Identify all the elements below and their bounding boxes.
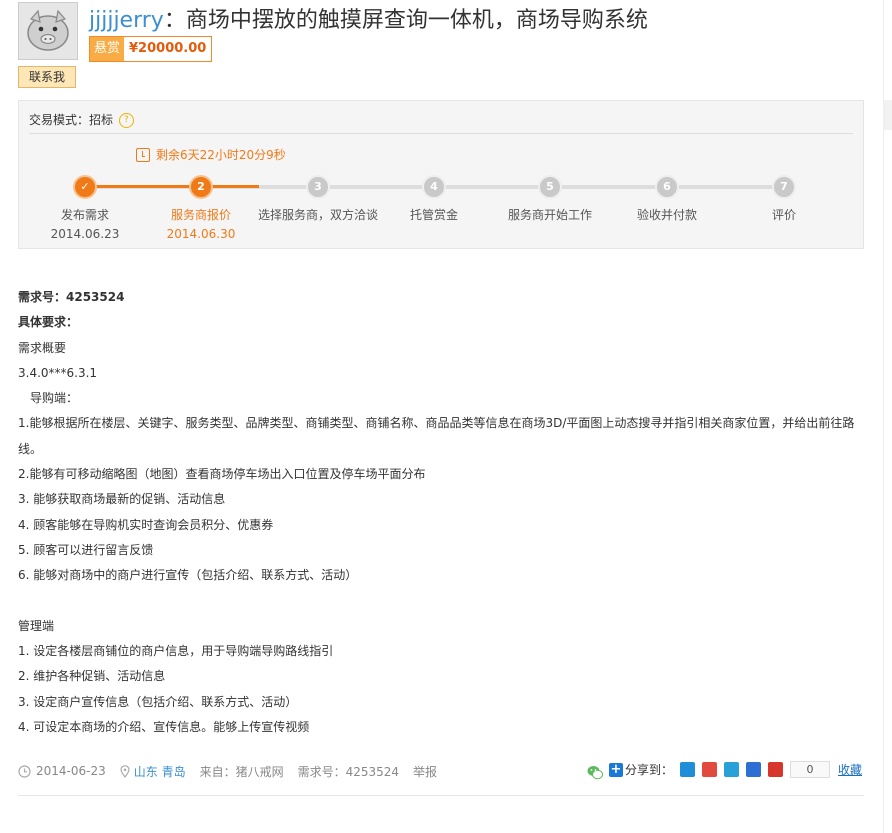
content-line: 4. 顾客能够在导购机实时查询会员积分、优惠券 xyxy=(18,517,274,532)
content-line: 1.能够根据所在楼层、关键字、服务类型、品牌类型、商铺类型、商铺名称、商品品类等… xyxy=(18,416,855,431)
scrollbar-thumb[interactable] xyxy=(884,100,892,130)
step-label: 选择服务商，双方洽谈 xyxy=(258,208,379,222)
tencent-weibo-share-icon[interactable] xyxy=(723,762,739,777)
step-label: 验收并付款 xyxy=(636,208,697,222)
step-label: 评价 xyxy=(771,208,796,222)
location-pin-icon xyxy=(120,764,130,778)
step-6: 6 验收并付款 xyxy=(607,175,727,223)
step-number: 7 xyxy=(772,175,796,199)
username-link[interactable]: jjjjjerry xyxy=(89,8,164,33)
step-3: 3 选择服务商，双方洽谈 xyxy=(258,175,378,223)
clock-icon xyxy=(136,147,150,162)
footer-divider xyxy=(18,795,864,796)
requirement-content: 需求号：4253524 具体要求： 需求概要 3.4.0***6.3.1 导购端… xyxy=(18,285,864,740)
step-number: 4 xyxy=(422,175,446,199)
content-line: 4. 可设定本商场的介绍、宣传信息。能够上传宣传视频 xyxy=(18,720,310,735)
content-line: 3. 能够获取商场最新的促销、活动信息 xyxy=(18,492,226,507)
divider xyxy=(29,133,853,134)
step-date: 2014.06.30 xyxy=(166,227,236,241)
help-icon[interactable]: ? xyxy=(118,113,134,128)
step-label: 服务商报价 xyxy=(170,208,231,222)
content-line: 导购端： xyxy=(18,391,79,406)
step-number: 2 xyxy=(189,175,213,199)
content-line: 2.能够有可移动缩略图（地图）查看商场停车场出入口位置及停车场平面分布 xyxy=(18,467,426,482)
step-number: 6 xyxy=(655,175,679,199)
content-line: 3. 设定商户宣传信息（包括介绍、联系方式、活动） xyxy=(18,694,298,709)
qzone-share-icon[interactable] xyxy=(679,762,695,777)
step-number: 3 xyxy=(306,175,330,199)
report-link[interactable]: 举报 xyxy=(413,763,437,780)
requirement-id: 需求号：4253524 xyxy=(18,290,125,304)
step-2: 2 服务商报价 2014.06.30 xyxy=(141,175,261,241)
countdown-timer: 剩余6天22小时20分9秒 xyxy=(136,146,286,163)
step-check-icon: ✓ xyxy=(73,175,97,199)
content-line: 3.4.0***6.3.1 xyxy=(18,365,98,380)
renren-share-icon[interactable] xyxy=(745,762,761,777)
user-avatar[interactable] xyxy=(18,2,78,60)
content-line: 6. 能够对商场中的商户进行宣传（包括介绍、联系方式、活动） xyxy=(18,568,358,583)
trade-mode-value: 招标 xyxy=(89,113,114,127)
step-4: 4 托管赏金 xyxy=(374,175,494,223)
requirement-number: 需求号：4253524 xyxy=(297,764,400,779)
bounty-label: 悬赏 xyxy=(90,37,125,61)
content-line: 1. 设定各楼层商铺位的商户信息，用于导购端导购路线指引 xyxy=(18,644,334,659)
weibo-share-icon[interactable] xyxy=(701,762,717,777)
step-label: 发布需求 xyxy=(60,208,109,222)
share-plus-icon[interactable]: + xyxy=(608,762,623,777)
content-line xyxy=(18,589,864,614)
trade-progress-panel: 交易模式：招标 ? 剩余6天22小时20分9秒 ✓ 发布需求 2014.06.2… xyxy=(18,100,864,249)
source-text: 来自：猪八戒网 xyxy=(199,764,284,779)
wechat-icon[interactable] xyxy=(587,765,603,780)
page-title: jjjjjerry：商场中摆放的触摸屏查询一体机，商场导购系统 xyxy=(89,2,648,34)
bounty-amount: ¥20000.00 xyxy=(129,41,207,56)
favorite-link[interactable]: 收藏 xyxy=(838,761,862,778)
clock-icon xyxy=(18,764,31,778)
trade-mode-label: 交易模式： xyxy=(29,113,90,127)
task-title: 商场中摆放的触摸屏查询一体机，商场导购系统 xyxy=(185,8,648,33)
content-line: 5. 顾客可以进行留言反馈 xyxy=(18,542,154,557)
post-date: 2014-06-23 xyxy=(36,764,106,778)
content-line: 线。 xyxy=(18,441,43,456)
title-separator: ： xyxy=(163,8,186,33)
step-1: ✓ 发布需求 2014.06.23 xyxy=(25,175,145,241)
step-5: 5 服务商开始工作 xyxy=(490,175,610,223)
location-link[interactable]: 山东 青岛 xyxy=(134,763,186,780)
pig-avatar-icon xyxy=(19,3,77,59)
content-line: 需求概要 xyxy=(18,340,67,355)
trade-mode: 交易模式：招标 ? xyxy=(29,111,134,128)
share-bar: + 分享到： 0 收藏 xyxy=(608,761,862,778)
page-scrollbar[interactable] xyxy=(883,0,892,833)
countdown-text: 剩余6天22小时20分9秒 xyxy=(156,148,286,162)
share-label: 分享到： xyxy=(624,763,673,777)
contact-me-button[interactable]: 联系我 xyxy=(18,66,76,88)
step-date: 2014.06.23 xyxy=(50,227,120,241)
step-number: 5 xyxy=(538,175,562,199)
content-line: 管理端 xyxy=(18,618,55,633)
requirement-heading: 具体要求： xyxy=(18,315,79,330)
step-label: 服务商开始工作 xyxy=(507,208,592,222)
bounty-badge: 悬赏 ¥20000.00 xyxy=(89,36,213,62)
douban-share-icon[interactable] xyxy=(767,762,783,777)
share-count: 0 xyxy=(789,761,830,778)
step-7: 7 评价 xyxy=(724,175,844,223)
step-label: 托管赏金 xyxy=(409,208,458,222)
content-line: 2. 维护各种促销、活动信息 xyxy=(18,669,166,684)
